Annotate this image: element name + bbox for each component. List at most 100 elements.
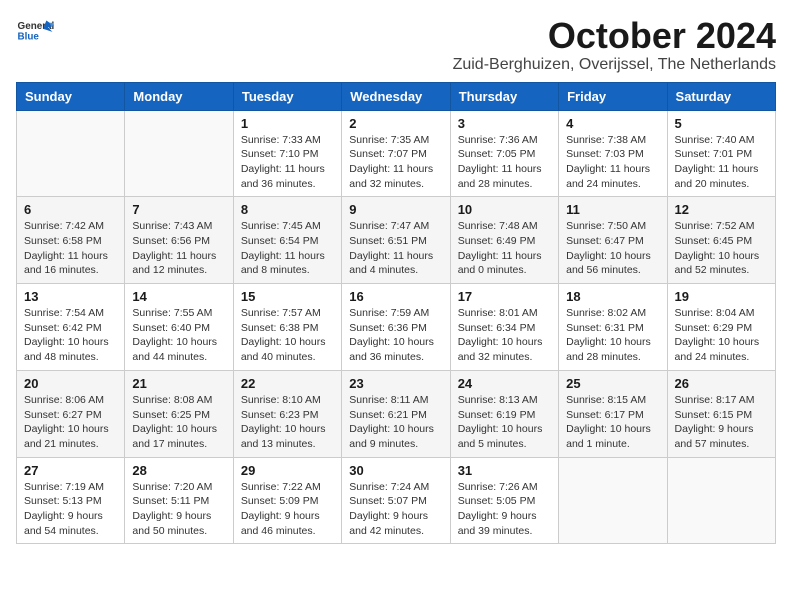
day-number: 10 <box>458 202 551 217</box>
day-of-week-header: Monday <box>125 82 233 110</box>
calendar-day-cell: 14 Sunrise: 7:55 AMSunset: 6:40 PMDayligh… <box>125 284 233 371</box>
day-info: Sunrise: 7:36 AMSunset: 7:05 PMDaylight:… <box>458 133 551 192</box>
day-number: 23 <box>349 376 442 391</box>
calendar-week-row: 6 Sunrise: 7:42 AMSunset: 6:58 PMDaylight… <box>17 197 776 284</box>
day-info: Sunrise: 7:47 AMSunset: 6:51 PMDaylight:… <box>349 219 442 278</box>
day-info: Sunrise: 7:33 AMSunset: 7:10 PMDaylight:… <box>241 133 334 192</box>
calendar-day-cell: 2 Sunrise: 7:35 AMSunset: 7:07 PMDaylight… <box>342 110 450 197</box>
calendar-day-cell: 5 Sunrise: 7:40 AMSunset: 7:01 PMDaylight… <box>667 110 775 197</box>
day-number: 17 <box>458 289 551 304</box>
day-of-week-header: Saturday <box>667 82 775 110</box>
day-info: Sunrise: 7:35 AMSunset: 7:07 PMDaylight:… <box>349 133 442 192</box>
calendar-day-cell: 21Sunrise: 8:08 AMSunset: 6:25 PMDayligh… <box>125 370 233 457</box>
calendar-week-row: 20Sunrise: 8:06 AMSunset: 6:27 PMDayligh… <box>17 370 776 457</box>
calendar-day-cell <box>125 110 233 197</box>
calendar-day-cell: 4Sunrise: 7:38 AMSunset: 7:03 PMDaylight… <box>559 110 667 197</box>
day-number: 25 <box>566 376 659 391</box>
day-number: 2 <box>349 116 442 131</box>
calendar-day-cell: 29 Sunrise: 7:22 AMSunset: 5:09 PMDayligh… <box>233 457 341 544</box>
day-info: Sunrise: 7:42 AMSunset: 6:58 PMDaylight:… <box>24 219 117 278</box>
day-info: Sunrise: 7:40 AMSunset: 7:01 PMDaylight:… <box>675 133 768 192</box>
calendar-day-cell: 15Sunrise: 7:57 AMSunset: 6:38 PMDayligh… <box>233 284 341 371</box>
calendar-day-cell: 7 Sunrise: 7:43 AMSunset: 6:56 PMDaylight… <box>125 197 233 284</box>
day-number: 22 <box>241 376 334 391</box>
day-number: 16 <box>349 289 442 304</box>
month-title: October 2024 <box>453 16 776 56</box>
day-number: 31 <box>458 463 551 478</box>
calendar-day-cell: 22 Sunrise: 8:10 AMSunset: 6:23 PMDayligh… <box>233 370 341 457</box>
day-info: Sunrise: 7:22 AMSunset: 5:09 PMDaylight:… <box>241 480 334 539</box>
day-info: Sunrise: 8:17 AMSunset: 6:15 PMDaylight:… <box>675 393 768 452</box>
day-info: Sunrise: 8:15 AMSunset: 6:17 PMDaylight:… <box>566 393 659 452</box>
day-info: Sunrise: 7:26 AMSunset: 5:05 PMDaylight:… <box>458 480 551 539</box>
day-number: 5 <box>675 116 768 131</box>
day-number: 27 <box>24 463 117 478</box>
calendar-day-cell: 12 Sunrise: 7:52 AMSunset: 6:45 PMDayligh… <box>667 197 775 284</box>
day-info: Sunrise: 8:11 AMSunset: 6:21 PMDaylight:… <box>349 393 442 452</box>
calendar-week-row: 27 Sunrise: 7:19 AMSunset: 5:13 PMDayligh… <box>17 457 776 544</box>
day-number: 11 <box>566 202 659 217</box>
day-info: Sunrise: 7:38 AMSunset: 7:03 PMDaylight:… <box>566 133 659 192</box>
day-info: Sunrise: 7:48 AMSunset: 6:49 PMDaylight:… <box>458 219 551 278</box>
day-number: 14 <box>132 289 225 304</box>
day-number: 28 <box>132 463 225 478</box>
day-info: Sunrise: 7:55 AMSunset: 6:40 PMDaylight:… <box>132 306 225 365</box>
day-info: Sunrise: 7:54 AMSunset: 6:42 PMDaylight:… <box>24 306 117 365</box>
calendar-day-cell: 23 Sunrise: 8:11 AMSunset: 6:21 PMDayligh… <box>342 370 450 457</box>
day-of-week-header: Friday <box>559 82 667 110</box>
calendar-day-cell: 3 Sunrise: 7:36 AMSunset: 7:05 PMDaylight… <box>450 110 558 197</box>
day-number: 21 <box>132 376 225 391</box>
day-info: Sunrise: 7:50 AMSunset: 6:47 PMDaylight:… <box>566 219 659 278</box>
calendar-day-cell: 28Sunrise: 7:20 AMSunset: 5:11 PMDayligh… <box>125 457 233 544</box>
day-number: 3 <box>458 116 551 131</box>
calendar-day-cell: 6 Sunrise: 7:42 AMSunset: 6:58 PMDaylight… <box>17 197 125 284</box>
calendar-week-row: 13 Sunrise: 7:54 AMSunset: 6:42 PMDayligh… <box>17 284 776 371</box>
day-info: Sunrise: 8:04 AMSunset: 6:29 PMDaylight:… <box>675 306 768 365</box>
day-info: Sunrise: 8:06 AMSunset: 6:27 PMDaylight:… <box>24 393 117 452</box>
day-info: Sunrise: 8:13 AMSunset: 6:19 PMDaylight:… <box>458 393 551 452</box>
calendar-day-cell: 9 Sunrise: 7:47 AMSunset: 6:51 PMDaylight… <box>342 197 450 284</box>
calendar-day-cell: 1 Sunrise: 7:33 AMSunset: 7:10 PMDaylight… <box>233 110 341 197</box>
day-number: 8 <box>241 202 334 217</box>
calendar-day-cell: 27 Sunrise: 7:19 AMSunset: 5:13 PMDayligh… <box>17 457 125 544</box>
logo-icon: General Blue <box>16 16 54 44</box>
svg-text:Blue: Blue <box>18 32 40 43</box>
day-info: Sunrise: 8:10 AMSunset: 6:23 PMDaylight:… <box>241 393 334 452</box>
day-of-week-header: Wednesday <box>342 82 450 110</box>
day-info: Sunrise: 7:19 AMSunset: 5:13 PMDaylight:… <box>24 480 117 539</box>
calendar-day-cell: 26 Sunrise: 8:17 AMSunset: 6:15 PMDayligh… <box>667 370 775 457</box>
day-number: 26 <box>675 376 768 391</box>
day-info: Sunrise: 7:59 AMSunset: 6:36 PMDaylight:… <box>349 306 442 365</box>
day-info: Sunrise: 7:43 AMSunset: 6:56 PMDaylight:… <box>132 219 225 278</box>
page-header: General Blue October 2024 Zuid-Berghuize… <box>16 16 776 74</box>
day-info: Sunrise: 7:24 AMSunset: 5:07 PMDaylight:… <box>349 480 442 539</box>
calendar-day-cell: 11 Sunrise: 7:50 AMSunset: 6:47 PMDayligh… <box>559 197 667 284</box>
day-of-week-header: Sunday <box>17 82 125 110</box>
calendar-table: SundayMondayTuesdayWednesdayThursdayFrid… <box>16 82 776 545</box>
calendar-day-cell: 30 Sunrise: 7:24 AMSunset: 5:07 PMDayligh… <box>342 457 450 544</box>
day-number: 30 <box>349 463 442 478</box>
day-number: 1 <box>241 116 334 131</box>
day-number: 18 <box>566 289 659 304</box>
calendar-day-cell: 8Sunrise: 7:45 AMSunset: 6:54 PMDaylight… <box>233 197 341 284</box>
day-number: 12 <box>675 202 768 217</box>
day-info: Sunrise: 7:52 AMSunset: 6:45 PMDaylight:… <box>675 219 768 278</box>
calendar-day-cell: 10 Sunrise: 7:48 AMSunset: 6:49 PMDayligh… <box>450 197 558 284</box>
calendar-day-cell: 25 Sunrise: 8:15 AMSunset: 6:17 PMDayligh… <box>559 370 667 457</box>
title-section: October 2024 Zuid-Berghuizen, Overijssel… <box>453 16 776 74</box>
calendar-day-cell: 19 Sunrise: 8:04 AMSunset: 6:29 PMDayligh… <box>667 284 775 371</box>
day-number: 19 <box>675 289 768 304</box>
calendar-day-cell: 20Sunrise: 8:06 AMSunset: 6:27 PMDayligh… <box>17 370 125 457</box>
calendar-day-cell: 24Sunrise: 8:13 AMSunset: 6:19 PMDayligh… <box>450 370 558 457</box>
day-number: 13 <box>24 289 117 304</box>
location-subtitle: Zuid-Berghuizen, Overijssel, The Netherl… <box>453 56 776 74</box>
logo: General Blue <box>16 16 54 44</box>
calendar-day-cell <box>559 457 667 544</box>
calendar-day-cell: 13 Sunrise: 7:54 AMSunset: 6:42 PMDayligh… <box>17 284 125 371</box>
day-number: 29 <box>241 463 334 478</box>
day-number: 7 <box>132 202 225 217</box>
day-number: 15 <box>241 289 334 304</box>
day-number: 6 <box>24 202 117 217</box>
day-number: 9 <box>349 202 442 217</box>
day-info: Sunrise: 8:01 AMSunset: 6:34 PMDaylight:… <box>458 306 551 365</box>
